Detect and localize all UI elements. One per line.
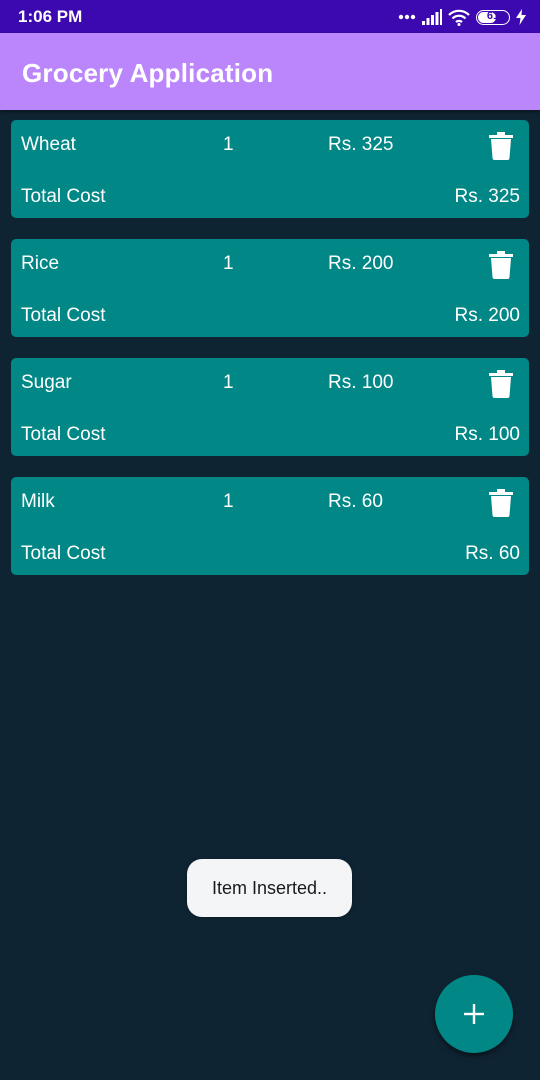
total-cost-value: Rs. 200 (454, 305, 520, 326)
delete-icon[interactable] (489, 132, 513, 160)
item-rate: Rs. 100 (328, 372, 394, 393)
delete-icon[interactable] (489, 370, 513, 398)
grocery-item-card[interactable]: Sugar 1 Rs. 100 Total Cost Rs. 100 (11, 358, 529, 456)
total-cost-label: Total Cost (21, 186, 106, 207)
wifi-icon (448, 9, 470, 26)
status-icons: 61 (398, 8, 526, 26)
app-title: Grocery Application (22, 58, 274, 88)
grocery-list: Wheat 1 Rs. 325 Total Cost Rs. 325 Rice … (11, 120, 529, 596)
item-quantity: 1 (223, 491, 234, 512)
item-rate: Rs. 200 (328, 253, 394, 274)
grocery-item-card[interactable]: Rice 1 Rs. 200 Total Cost Rs. 200 (11, 239, 529, 337)
item-name: Rice (21, 253, 60, 274)
total-cost-value: Rs. 100 (454, 424, 520, 445)
grocery-item-card[interactable]: Wheat 1 Rs. 325 Total Cost Rs. 325 (11, 120, 529, 218)
total-cost-value: Rs. 60 (465, 543, 520, 564)
grocery-app-screen: 1:06 PM 61 Grocery Application Wheat 1 R… (0, 0, 540, 1080)
add-item-button[interactable] (435, 975, 513, 1053)
total-cost-label: Total Cost (21, 305, 106, 326)
item-name: Wheat (21, 134, 76, 155)
battery-icon: 61 (476, 9, 510, 25)
item-quantity: 1 (223, 253, 234, 274)
delete-icon[interactable] (489, 251, 513, 279)
delete-icon[interactable] (489, 489, 513, 517)
plus-icon (464, 1004, 484, 1024)
toast-message: Item Inserted.. (187, 859, 352, 917)
item-name: Sugar (21, 372, 72, 393)
item-name: Milk (21, 491, 55, 512)
battery-level: 61 (486, 9, 500, 22)
app-bar: Grocery Application (0, 33, 540, 110)
item-quantity: 1 (223, 372, 234, 393)
dots-icon (398, 14, 416, 20)
total-cost-label: Total Cost (21, 424, 106, 445)
toast-text: Item Inserted.. (211, 877, 328, 898)
status-time: 1:06 PM (18, 7, 83, 26)
signal-icon (422, 9, 442, 25)
grocery-item-card[interactable]: Milk 1 Rs. 60 Total Cost Rs. 60 (11, 477, 529, 575)
item-quantity: 1 (223, 134, 234, 155)
item-rate: Rs. 325 (328, 134, 394, 155)
total-cost-label: Total Cost (21, 543, 106, 564)
status-bar: 1:06 PM 61 (0, 0, 540, 33)
item-rate: Rs. 60 (328, 491, 383, 512)
charging-icon (516, 9, 526, 25)
total-cost-value: Rs. 325 (454, 186, 520, 207)
